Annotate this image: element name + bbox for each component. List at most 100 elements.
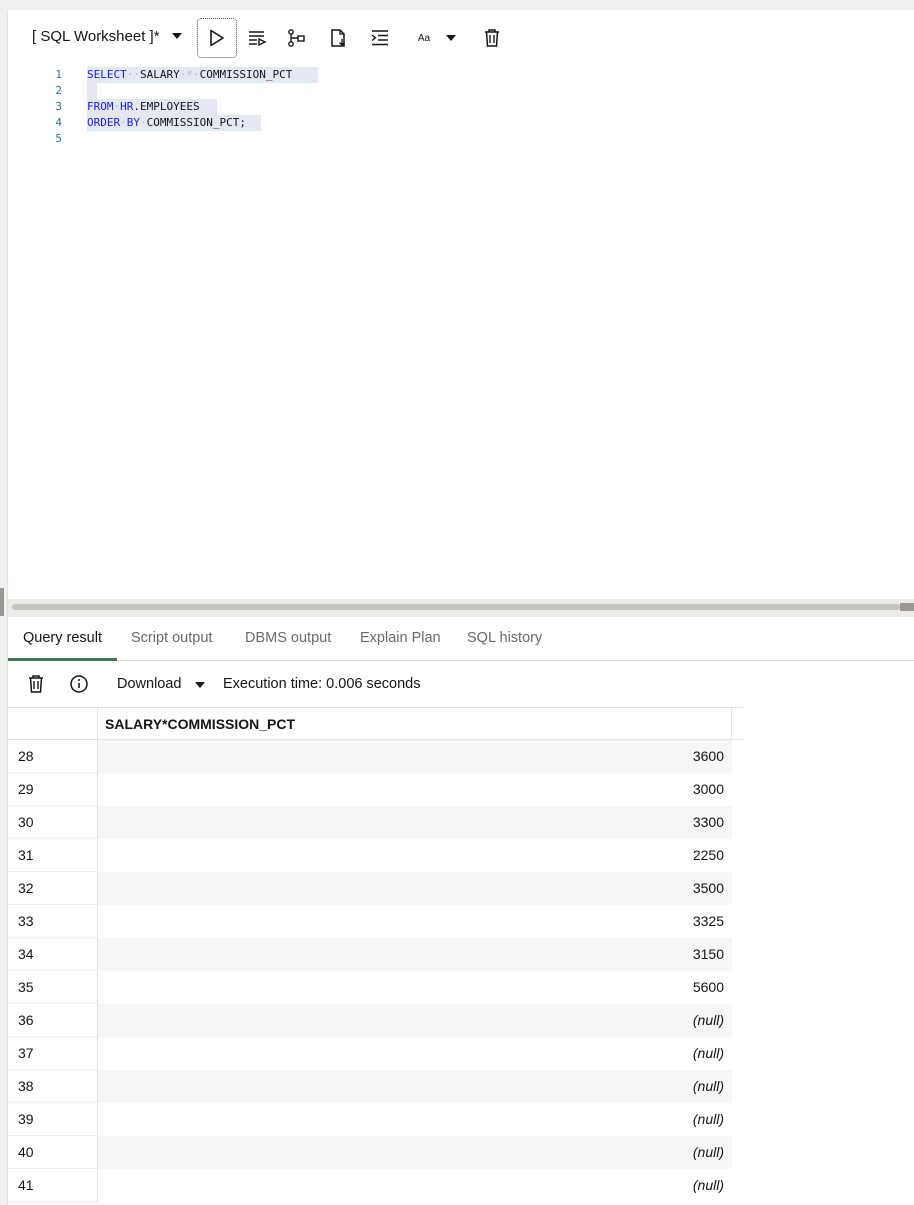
clear-editor-button[interactable] bbox=[472, 18, 512, 58]
identifier-commission-pct: COMMISSION_PCT bbox=[199, 68, 293, 81]
sql-editor[interactable]: 1 2 3 4 5 SELECT··SALARY·*·COMMISSION_PC… bbox=[8, 66, 914, 598]
table-row[interactable]: 30 3300 bbox=[8, 806, 743, 839]
splitter-handle[interactable] bbox=[900, 603, 914, 611]
table-row[interactable]: 32 3500 bbox=[8, 872, 743, 905]
code-line-1: SELECT··SALARY·*·COMMISSION_PCT bbox=[87, 68, 293, 81]
autotrace-button[interactable] bbox=[318, 18, 358, 58]
table-row[interactable]: 28 3600 bbox=[8, 740, 743, 773]
row-number: 29 bbox=[8, 773, 98, 806]
clear-results-button[interactable] bbox=[25, 673, 47, 695]
table-row[interactable]: 35 5600 bbox=[8, 971, 743, 1004]
row-number: 32 bbox=[8, 872, 98, 905]
sql-worksheet-app: [ SQL Worksheet ]* Aa 1 2 3 4 5 SELECT··… bbox=[8, 10, 914, 1205]
table-row[interactable]: 29 3000 bbox=[8, 773, 743, 806]
table-row[interactable]: 36 (null) bbox=[8, 1004, 743, 1037]
editor-results-splitter[interactable] bbox=[8, 599, 914, 617]
column-header[interactable]: SALARY*COMMISSION_PCT bbox=[105, 716, 295, 732]
table-cell[interactable]: 3300 bbox=[98, 806, 732, 839]
tab-dbms-output[interactable]: DBMS output bbox=[245, 618, 331, 661]
info-icon bbox=[70, 675, 88, 693]
explain-plan-icon bbox=[288, 29, 305, 47]
table-cell[interactable]: (null) bbox=[98, 1169, 732, 1202]
line-number: 5 bbox=[55, 132, 62, 145]
run-script-button[interactable] bbox=[237, 18, 277, 58]
line-number: 1 bbox=[55, 68, 62, 81]
indent-icon bbox=[371, 30, 388, 46]
font-size-chevron-down-icon[interactable] bbox=[446, 35, 456, 41]
identifier-employees: .EMPLOYEES bbox=[133, 100, 200, 113]
tab-explain-plan[interactable]: Explain Plan bbox=[360, 618, 441, 661]
table-row[interactable]: 31 2250 bbox=[8, 839, 743, 872]
worksheet-toolbar: [ SQL Worksheet ]* Aa bbox=[8, 16, 528, 60]
play-icon bbox=[210, 29, 224, 47]
identifier-commission-pct: COMMISSION_PCT; bbox=[146, 116, 246, 129]
explain-plan-button[interactable] bbox=[277, 18, 317, 58]
table-row[interactable]: 41 (null) bbox=[8, 1169, 743, 1202]
info-button[interactable] bbox=[68, 673, 90, 695]
keyword-by: BY bbox=[126, 116, 140, 129]
worksheet-title[interactable]: [ SQL Worksheet ]* bbox=[32, 28, 160, 45]
font-size-label: Aa bbox=[417, 32, 431, 44]
trash-icon bbox=[485, 29, 499, 47]
execution-time: Execution time: 0.006 seconds bbox=[223, 676, 421, 692]
table-cell[interactable]: (null) bbox=[98, 1004, 732, 1037]
download-button[interactable]: Download bbox=[117, 676, 182, 692]
table-cell[interactable]: (null) bbox=[98, 1037, 732, 1070]
table-cell[interactable]: 3000 bbox=[98, 773, 732, 806]
table-row[interactable]: 33 3325 bbox=[8, 905, 743, 938]
keyword-select: SELECT bbox=[87, 68, 127, 81]
line-number: 2 bbox=[55, 84, 62, 97]
line-number: 4 bbox=[55, 116, 62, 129]
row-number: 34 bbox=[8, 938, 98, 971]
tab-query-result[interactable]: Query result bbox=[8, 618, 117, 661]
run-script-icon bbox=[249, 31, 267, 47]
format-code-button[interactable] bbox=[360, 18, 400, 58]
table-cell[interactable]: 5600 bbox=[98, 971, 732, 1004]
font-size-button[interactable]: Aa bbox=[404, 18, 444, 58]
table-cell[interactable]: 3500 bbox=[98, 872, 732, 905]
table-cell[interactable]: 3600 bbox=[98, 740, 732, 773]
operator-multiply: * bbox=[186, 68, 193, 81]
table-row[interactable]: 40 (null) bbox=[8, 1136, 743, 1169]
schema-hr: HR bbox=[120, 100, 134, 113]
row-number: 33 bbox=[8, 905, 98, 938]
row-number: 40 bbox=[8, 1136, 98, 1169]
row-number: 35 bbox=[8, 971, 98, 1004]
table-row[interactable]: 37 (null) bbox=[8, 1037, 743, 1070]
tab-sql-history[interactable]: SQL history bbox=[467, 618, 542, 661]
keyword-from: FROM bbox=[87, 100, 114, 113]
grid-header: SALARY*COMMISSION_PCT bbox=[8, 707, 743, 740]
table-cell[interactable]: (null) bbox=[98, 1070, 732, 1103]
code-line-3: FROM·HR.EMPLOYEES bbox=[87, 100, 200, 113]
row-number-header bbox=[8, 708, 98, 740]
left-panel-resize-handle[interactable] bbox=[0, 588, 4, 616]
row-number: 38 bbox=[8, 1070, 98, 1103]
trash-icon bbox=[29, 675, 43, 693]
code-line-4: ORDER·BY·COMMISSION_PCT; bbox=[87, 116, 246, 129]
table-row[interactable]: 39 (null) bbox=[8, 1103, 743, 1136]
row-number: 39 bbox=[8, 1103, 98, 1136]
results-tabs: Query result Script output DBMS output E… bbox=[8, 618, 914, 661]
row-number: 30 bbox=[8, 806, 98, 839]
row-number: 28 bbox=[8, 740, 98, 773]
table-cell[interactable]: (null) bbox=[98, 1136, 732, 1169]
worksheet-menu-chevron-down-icon[interactable] bbox=[172, 33, 182, 39]
table-cell[interactable]: (null) bbox=[98, 1103, 732, 1136]
download-chevron-down-icon[interactable] bbox=[195, 682, 205, 688]
tab-script-output[interactable]: Script output bbox=[131, 618, 212, 661]
row-number: 41 bbox=[8, 1169, 98, 1202]
query-result-grid: SALARY*COMMISSION_PCT 28 3600 29 3000 30 3300… bbox=[8, 707, 743, 1202]
splitter-bar[interactable] bbox=[12, 604, 900, 610]
table-cell[interactable]: 3325 bbox=[98, 905, 732, 938]
keyword-order: ORDER bbox=[87, 116, 121, 129]
table-row[interactable]: 38 (null) bbox=[8, 1070, 743, 1103]
table-cell[interactable]: 3150 bbox=[98, 938, 732, 971]
table-cell[interactable]: 2250 bbox=[98, 839, 732, 872]
row-number: 31 bbox=[8, 839, 98, 872]
row-number: 36 bbox=[8, 1004, 98, 1037]
identifier-salary: SALARY bbox=[140, 68, 180, 81]
run-statement-button[interactable] bbox=[197, 18, 237, 58]
table-row[interactable]: 34 3150 bbox=[8, 938, 743, 971]
results-toolbar: Download Execution time: 0.006 seconds bbox=[8, 662, 914, 708]
selection-highlight bbox=[87, 83, 97, 99]
